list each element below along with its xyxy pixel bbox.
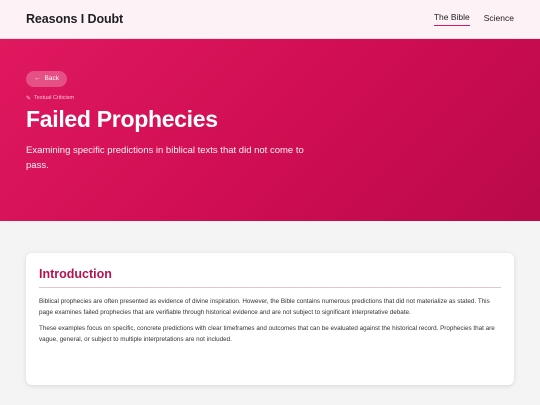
textual-criticism-icon: ✎ <box>26 95 32 102</box>
arrow-left-icon: ← <box>34 75 41 82</box>
introduction-card: Introduction Biblical prophecies are oft… <box>26 253 514 385</box>
back-button-label: Back <box>44 75 59 82</box>
back-button[interactable]: ← Back <box>26 70 67 87</box>
main-nav: The Bible Science <box>433 12 514 26</box>
site-brand[interactable]: Reasons I Doubt <box>26 12 123 26</box>
page-title: Failed Prophecies <box>26 105 218 132</box>
top-nav-bar: Reasons I Doubt The Bible Science <box>0 0 540 39</box>
introduction-heading: Introduction <box>39 267 501 288</box>
intro-paragraph: These examples focus on specific, concre… <box>39 325 495 343</box>
hero-banner: ← Back ✎ Textual Criticism Failed Prophe… <box>0 39 540 221</box>
page-subtitle: Examining specific predictions in biblic… <box>26 144 304 171</box>
nav-link-science[interactable]: Science <box>484 13 514 26</box>
main-content: Introduction Biblical prophecies are oft… <box>0 221 540 385</box>
intro-paragraph: Biblical prophecies are often presented … <box>39 298 490 316</box>
category-label: Textual Criticism <box>34 95 75 101</box>
category-tag: ✎ Textual Criticism <box>26 95 514 102</box>
nav-link-the-bible[interactable]: The Bible <box>433 12 470 26</box>
